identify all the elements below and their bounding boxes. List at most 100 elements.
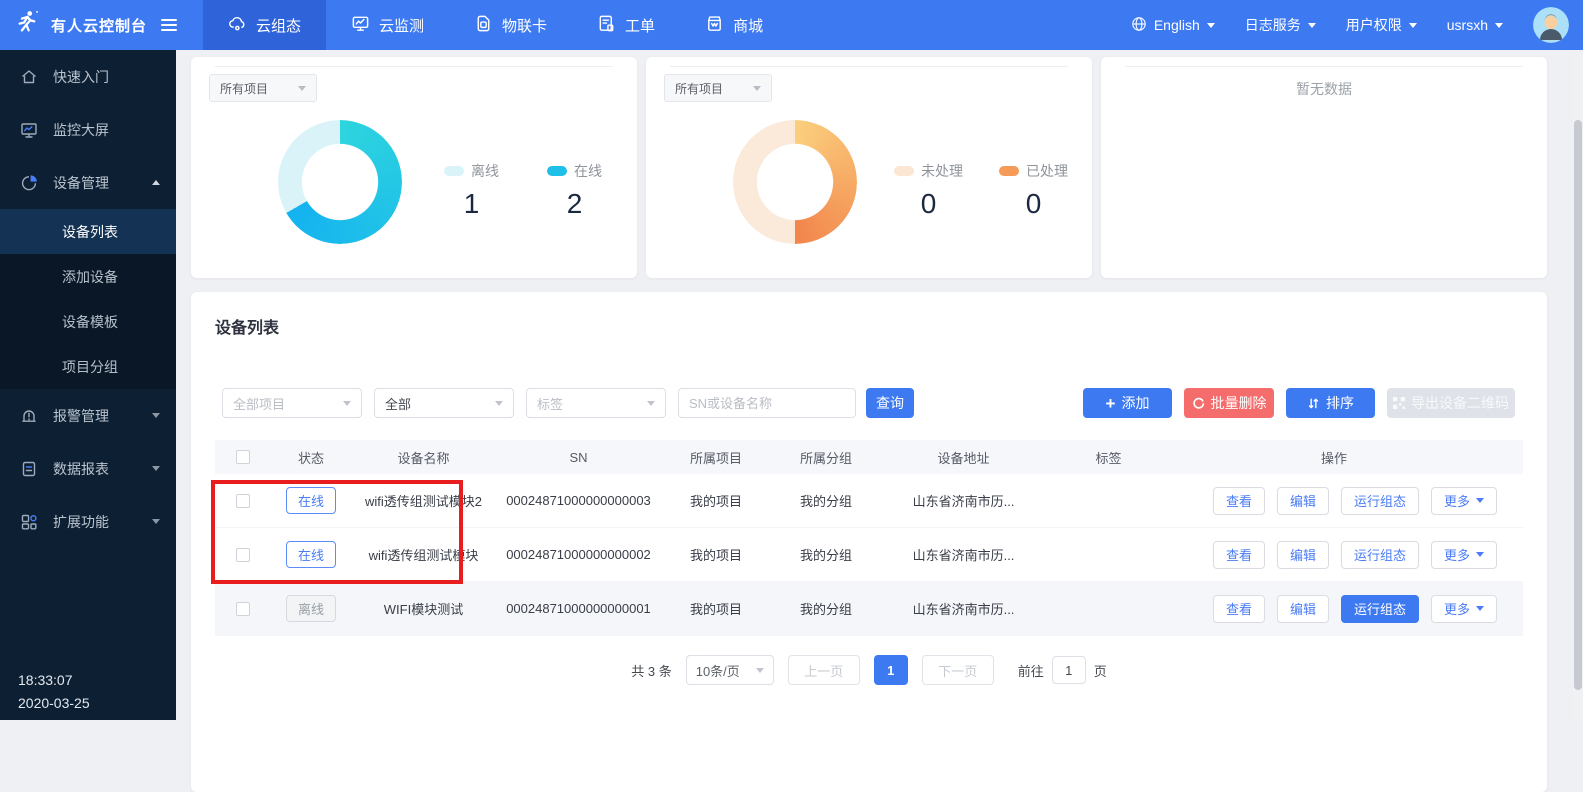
- avatar[interactable]: [1533, 7, 1569, 43]
- query-button[interactable]: 查询: [866, 388, 914, 418]
- more-button[interactable]: 更多: [1431, 595, 1497, 623]
- prev-page-button[interactable]: 上一页: [788, 655, 860, 685]
- tab-label: 云组态: [256, 15, 301, 36]
- sidebar-item-project-group[interactable]: 项目分组: [0, 344, 176, 389]
- sn-search-field[interactable]: [678, 388, 856, 418]
- legend-online[interactable]: 在线 2: [547, 161, 602, 220]
- button-label: 更多: [1444, 491, 1470, 510]
- legend-unhandled[interactable]: 未处理 0: [894, 161, 963, 220]
- sidebar-item-alarm-management[interactable]: 报警管理: [0, 389, 176, 442]
- alarm-project-filter-select[interactable]: 所有项目: [664, 74, 772, 102]
- language-menu[interactable]: English: [1131, 16, 1215, 35]
- sidebar-item-device-management[interactable]: 设备管理: [0, 156, 176, 209]
- button-label: 编辑: [1290, 545, 1316, 564]
- select-all-checkbox[interactable]: [236, 450, 250, 464]
- export-qr-button[interactable]: 导出设备二维码: [1387, 388, 1515, 418]
- tag-filter-select[interactable]: 标签: [526, 388, 666, 418]
- project-filter-select[interactable]: 全部项目: [222, 388, 362, 418]
- sidebar-item-label: 快速入门: [53, 67, 160, 87]
- sidebar-item-extensions[interactable]: 扩展功能: [0, 495, 176, 548]
- run-scada-button[interactable]: 运行组态: [1341, 541, 1419, 569]
- tab-iot-card[interactable]: 物联卡: [449, 0, 572, 50]
- sidebar-item-label: 扩展功能: [53, 512, 137, 532]
- edit-button[interactable]: 编辑: [1277, 487, 1329, 515]
- page-size-select[interactable]: 10条/页: [686, 655, 774, 685]
- more-button[interactable]: 更多: [1431, 541, 1497, 569]
- legend-handled[interactable]: 已处理 0: [999, 161, 1068, 220]
- next-page-button[interactable]: 下一页: [922, 655, 994, 685]
- tab-mall[interactable]: 商城: [680, 0, 788, 50]
- goto-unit: 页: [1094, 661, 1107, 680]
- button-label: 上一页: [804, 661, 843, 680]
- more-button[interactable]: 更多: [1431, 487, 1497, 515]
- cell-project: 我的项目: [661, 599, 771, 618]
- page-1-button[interactable]: 1: [874, 655, 908, 685]
- tab-work-order[interactable]: 工单: [572, 0, 680, 50]
- sidebar-item-data-report[interactable]: 数据报表: [0, 442, 176, 495]
- scrollbar-track[interactable]: [1573, 50, 1583, 720]
- select-placeholder: 标签: [537, 394, 563, 413]
- chevron-down-icon: [152, 519, 160, 524]
- cell-sn: 00024871000000000002: [496, 547, 661, 562]
- tab-cloud-monitor[interactable]: 云监测: [326, 0, 449, 50]
- cell-project: 我的项目: [661, 545, 771, 564]
- device-project-filter-select[interactable]: 所有项目: [209, 74, 317, 102]
- run-scada-button[interactable]: 运行组态: [1341, 595, 1419, 623]
- offline-count: 1: [444, 188, 499, 220]
- search-input[interactable]: [689, 396, 845, 411]
- goto-label: 前往: [1018, 661, 1044, 680]
- tab-cloud-scada[interactable]: 云组态: [203, 0, 326, 50]
- sidebar-item-device-list[interactable]: 设备列表: [0, 209, 176, 254]
- permission-menu[interactable]: 用户权限: [1346, 15, 1417, 35]
- button-label: 更多: [1444, 545, 1470, 564]
- select-value: 所有项目: [675, 80, 723, 97]
- sidebar: 快速入门 监控大屏 设备管理 设备列表 添加设备 设备模板 项目分组: [0, 50, 176, 720]
- view-button[interactable]: 查看: [1213, 541, 1265, 569]
- handled-count: 0: [999, 188, 1068, 220]
- extensions-grid-icon: [20, 513, 38, 531]
- sort-arrows-icon: [1307, 397, 1320, 410]
- online-count: 2: [547, 188, 602, 220]
- legend-offline[interactable]: 离线 1: [444, 161, 499, 220]
- permission-label: 用户权限: [1346, 15, 1402, 35]
- nav-right: English 日志服务 用户权限 usrsxh: [1131, 0, 1583, 50]
- chevron-up-icon: [152, 180, 160, 185]
- work-order-icon: [597, 14, 616, 37]
- button-label: 查看: [1226, 599, 1252, 618]
- log-service-menu[interactable]: 日志服务: [1245, 15, 1316, 35]
- button-label: 批量删除: [1211, 393, 1267, 413]
- row-checkbox[interactable]: [236, 494, 250, 508]
- report-icon: [20, 460, 38, 478]
- scrollbar-thumb[interactable]: [1574, 120, 1582, 690]
- row-checkbox[interactable]: [236, 548, 250, 562]
- sidebar-item-add-device[interactable]: 添加设备: [0, 254, 176, 299]
- view-button[interactable]: 查看: [1213, 595, 1265, 623]
- device-status-card: 所有项目 离线 1 在线 2: [191, 57, 637, 278]
- select-value: 所有项目: [220, 80, 268, 97]
- run-scada-button[interactable]: 运行组态: [1341, 487, 1419, 515]
- edit-button[interactable]: 编辑: [1277, 541, 1329, 569]
- row-checkbox[interactable]: [236, 602, 250, 616]
- header-device-name: 设备名称: [351, 448, 496, 467]
- sidebar-item-quick-start[interactable]: 快速入门: [0, 50, 176, 103]
- add-button[interactable]: + 添加: [1083, 388, 1172, 418]
- scope-filter-select[interactable]: 全部: [374, 388, 514, 418]
- sort-button[interactable]: 排序: [1286, 388, 1375, 418]
- chevron-down-icon: [1409, 23, 1417, 28]
- sidebar-item-monitor-screen[interactable]: 监控大屏: [0, 103, 176, 156]
- view-button[interactable]: 查看: [1213, 487, 1265, 515]
- sidebar-item-device-template[interactable]: 设备模板: [0, 299, 176, 344]
- button-label: 查看: [1226, 545, 1252, 564]
- edit-button[interactable]: 编辑: [1277, 595, 1329, 623]
- select-value: 全部: [385, 394, 411, 413]
- sub-item-label: 项目分组: [62, 357, 118, 377]
- qr-code-icon: [1393, 397, 1405, 409]
- top-nav: 有人云控制台 云组态 云监测: [0, 0, 1583, 50]
- batch-delete-button[interactable]: 批量删除: [1184, 388, 1274, 418]
- table-row: 在线 wifi透传组测试模块 00024871000000000002 我的项目…: [215, 528, 1523, 582]
- user-menu[interactable]: usrsxh: [1447, 17, 1503, 33]
- table-row: 离线 WIFI模块测试 00024871000000000001 我的项目 我的…: [215, 582, 1523, 636]
- legend-swatch-handled: [999, 166, 1019, 176]
- menu-collapse-icon[interactable]: [161, 19, 177, 31]
- goto-page-input[interactable]: [1052, 656, 1086, 684]
